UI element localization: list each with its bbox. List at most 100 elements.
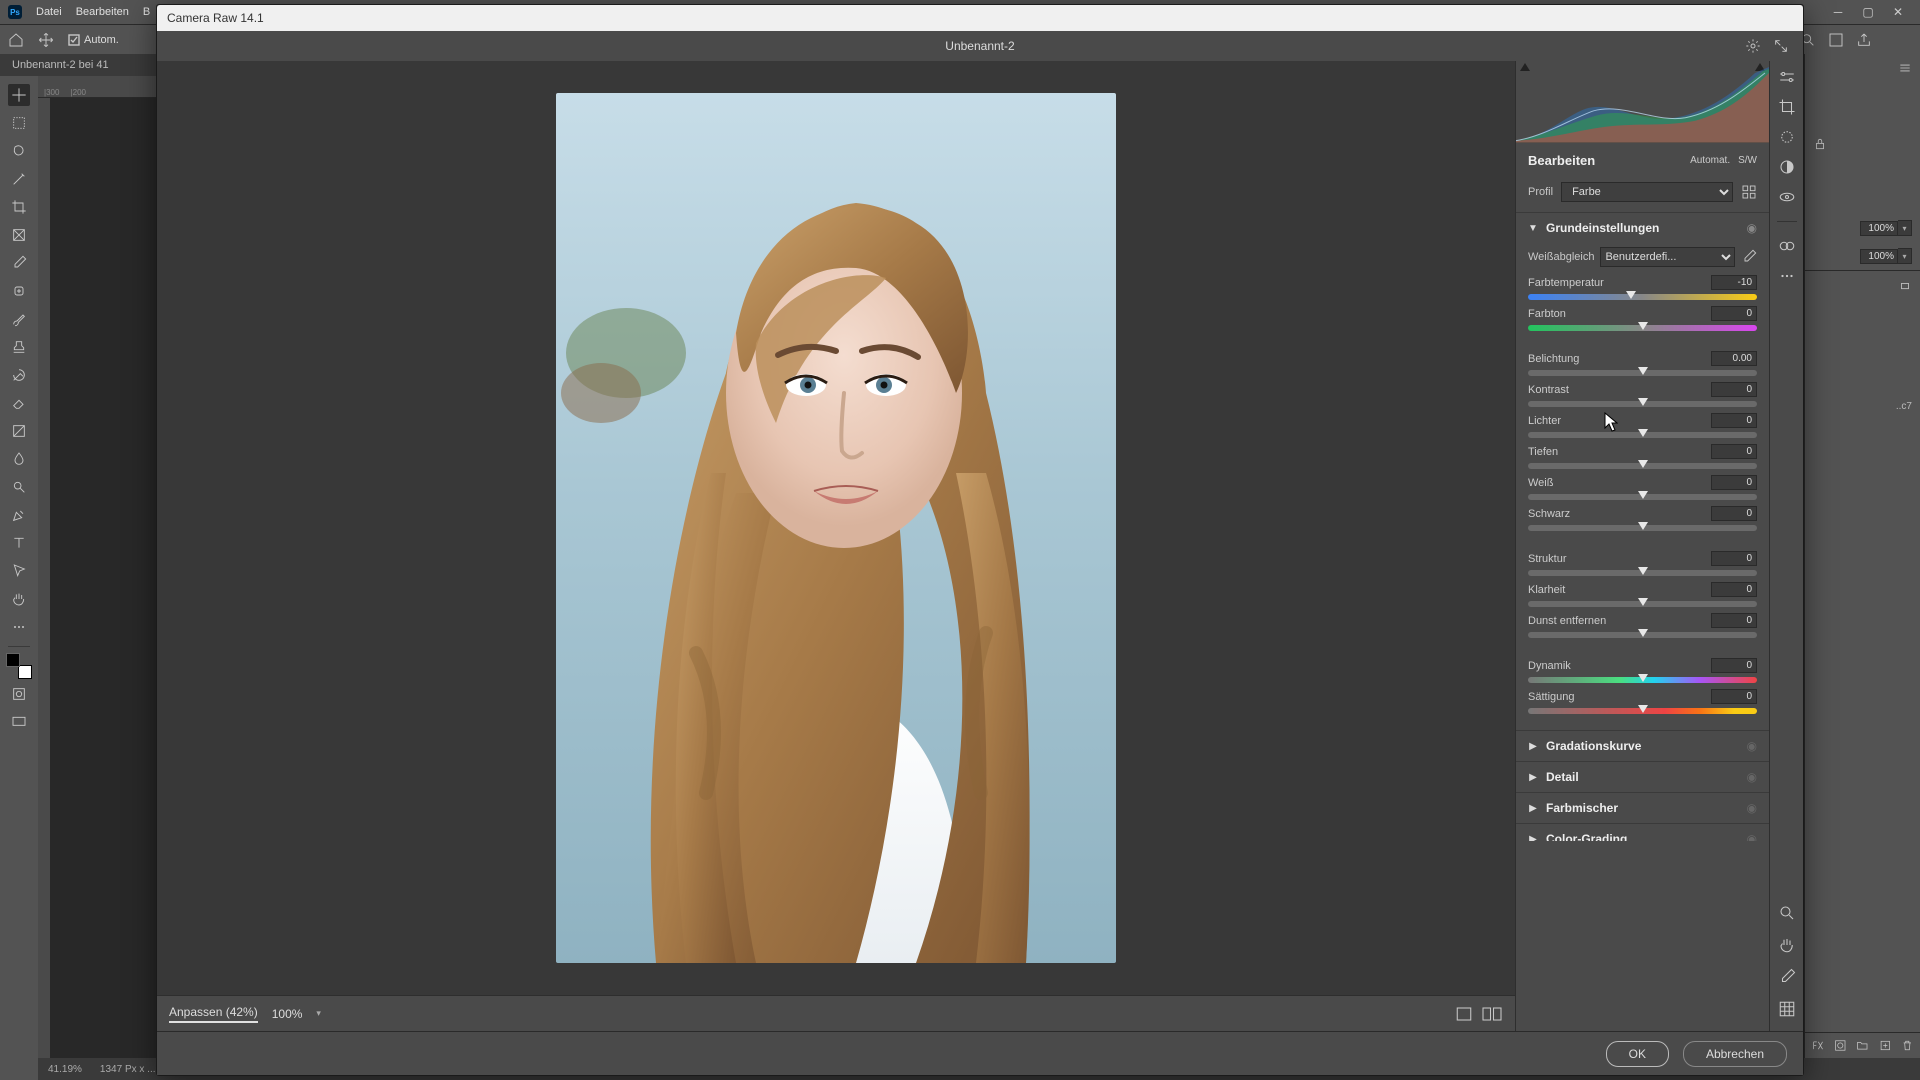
exposure-slider[interactable] (1528, 370, 1757, 376)
redeye-tool-icon[interactable] (1777, 187, 1797, 207)
highlights-value[interactable] (1711, 413, 1757, 428)
brush-tool[interactable] (8, 308, 30, 330)
texture-slider[interactable] (1528, 570, 1757, 576)
crop-tool-icon[interactable] (1777, 97, 1797, 117)
lasso-tool[interactable] (8, 140, 30, 162)
hand-tool[interactable] (8, 588, 30, 610)
wand-tool[interactable] (8, 168, 30, 190)
panel-menu-icon[interactable] (1898, 61, 1912, 75)
wb-select[interactable]: Benutzerdefi... (1600, 247, 1735, 267)
auto-button[interactable]: Automat. (1690, 155, 1730, 166)
screenmode-tool[interactable] (8, 711, 30, 733)
more-tools[interactable] (8, 616, 30, 638)
blacks-value[interactable] (1711, 506, 1757, 521)
menu-edit[interactable]: Bearbeiten (76, 6, 129, 18)
clarity-slider[interactable] (1528, 601, 1757, 607)
mask-icon[interactable] (1834, 1039, 1847, 1052)
before-view-icon[interactable] (1455, 1005, 1473, 1023)
fill-dropdown[interactable]: ▾ (1898, 248, 1912, 264)
trash-icon[interactable] (1901, 1039, 1914, 1052)
whites-value[interactable] (1711, 475, 1757, 490)
hand-tool-icon[interactable] (1777, 935, 1797, 955)
menu-trunc[interactable]: B (143, 6, 150, 18)
fill-field[interactable] (1860, 249, 1898, 264)
profile-browser-icon[interactable] (1741, 184, 1757, 200)
zoom-dropdown[interactable]: ▾ (316, 1008, 321, 1019)
opacity-dropdown[interactable]: ▾ (1898, 220, 1912, 236)
bw-button[interactable]: S/W (1738, 155, 1757, 166)
dehaze-value[interactable] (1711, 613, 1757, 628)
histogram[interactable] (1516, 61, 1769, 143)
zoom-fit-button[interactable]: Anpassen (42%) (169, 1005, 258, 1023)
zoom-tool-icon[interactable] (1777, 903, 1797, 923)
ok-button[interactable]: OK (1606, 1041, 1669, 1067)
more-icon[interactable] (1777, 266, 1797, 286)
share-icon[interactable] (1856, 32, 1872, 48)
workspace-icon[interactable] (1828, 32, 1844, 48)
type-tool[interactable] (8, 532, 30, 554)
contrast-value[interactable] (1711, 382, 1757, 397)
profile-select[interactable]: Farbe (1561, 182, 1733, 202)
pen-tool[interactable] (8, 504, 30, 526)
saturation-value[interactable] (1711, 689, 1757, 704)
compare-view-icon[interactable] (1481, 1005, 1503, 1023)
shadows-slider[interactable] (1528, 463, 1757, 469)
temperature-slider[interactable] (1528, 294, 1757, 300)
wb-eyedropper-icon[interactable] (1741, 249, 1757, 265)
path-select-tool[interactable] (8, 560, 30, 582)
color-swatch[interactable] (8, 655, 30, 677)
blur-tool[interactable] (8, 448, 30, 470)
gear-icon[interactable] (1745, 38, 1761, 54)
history-brush-tool[interactable] (8, 364, 30, 386)
cancel-button[interactable]: Abbrechen (1683, 1041, 1787, 1067)
panel-detail-visibility-icon[interactable]: ◉ (1747, 770, 1757, 784)
window-minimize-button[interactable]: ─ (1824, 3, 1852, 21)
fx-icon[interactable] (1811, 1039, 1824, 1052)
dehaze-slider[interactable] (1528, 632, 1757, 638)
heal-tool-icon[interactable] (1777, 127, 1797, 147)
edit-tool-icon[interactable] (1777, 67, 1797, 87)
new-layer-icon[interactable] (1879, 1039, 1892, 1052)
highlights-slider[interactable] (1528, 432, 1757, 438)
tint-value[interactable] (1711, 306, 1757, 321)
folder-icon[interactable] (1856, 1039, 1869, 1052)
marquee-tool[interactable] (8, 112, 30, 134)
contrast-slider[interactable] (1528, 401, 1757, 407)
eyedropper-tool[interactable] (8, 252, 30, 274)
menu-file[interactable]: Datei (36, 6, 62, 18)
eraser-tool[interactable] (8, 392, 30, 414)
fullscreen-icon[interactable] (1773, 38, 1789, 54)
document-tab[interactable]: Unbenannt-2 bei 41 (12, 59, 109, 71)
crop-tool[interactable] (8, 196, 30, 218)
zoom-100-button[interactable]: 100% (272, 1007, 303, 1021)
temperature-value[interactable] (1711, 275, 1757, 290)
panel-detail-header[interactable]: ▶Detail◉ (1516, 762, 1769, 792)
panel-mixer-visibility-icon[interactable]: ◉ (1747, 801, 1757, 815)
mask-tool-icon[interactable] (1777, 157, 1797, 177)
blacks-slider[interactable] (1528, 525, 1757, 531)
panel-curve-header[interactable]: ▶Gradationskurve◉ (1516, 731, 1769, 761)
stamp-tool[interactable] (8, 336, 30, 358)
window-maximize-button[interactable]: ▢ (1854, 3, 1882, 21)
presets-icon[interactable] (1777, 236, 1797, 256)
whites-slider[interactable] (1528, 494, 1757, 500)
panel-grading-visibility-icon[interactable]: ◉ (1747, 832, 1757, 841)
panel-grading-header[interactable]: ▶Color-Grading◉ (1516, 824, 1769, 841)
dodge-tool[interactable] (8, 476, 30, 498)
panel-curve-visibility-icon[interactable]: ◉ (1747, 739, 1757, 753)
panel-basic-visibility-icon[interactable]: ◉ (1747, 221, 1757, 235)
saturation-slider[interactable] (1528, 708, 1757, 714)
tint-slider[interactable] (1528, 325, 1757, 331)
opacity-field[interactable] (1860, 221, 1898, 236)
auto-select-checkbox[interactable]: Autom. (68, 34, 119, 46)
lock-icon[interactable] (1813, 137, 1827, 151)
grid-icon[interactable] (1777, 999, 1797, 1019)
layer-lock-icon[interactable] (1898, 277, 1912, 291)
exposure-value[interactable] (1711, 351, 1757, 366)
window-close-button[interactable]: ✕ (1884, 3, 1912, 21)
vibrance-slider[interactable] (1528, 677, 1757, 683)
panel-mixer-header[interactable]: ▶Farbmischer◉ (1516, 793, 1769, 823)
home-icon[interactable] (8, 32, 24, 48)
vibrance-value[interactable] (1711, 658, 1757, 673)
color-sampler-icon[interactable] (1777, 967, 1797, 987)
